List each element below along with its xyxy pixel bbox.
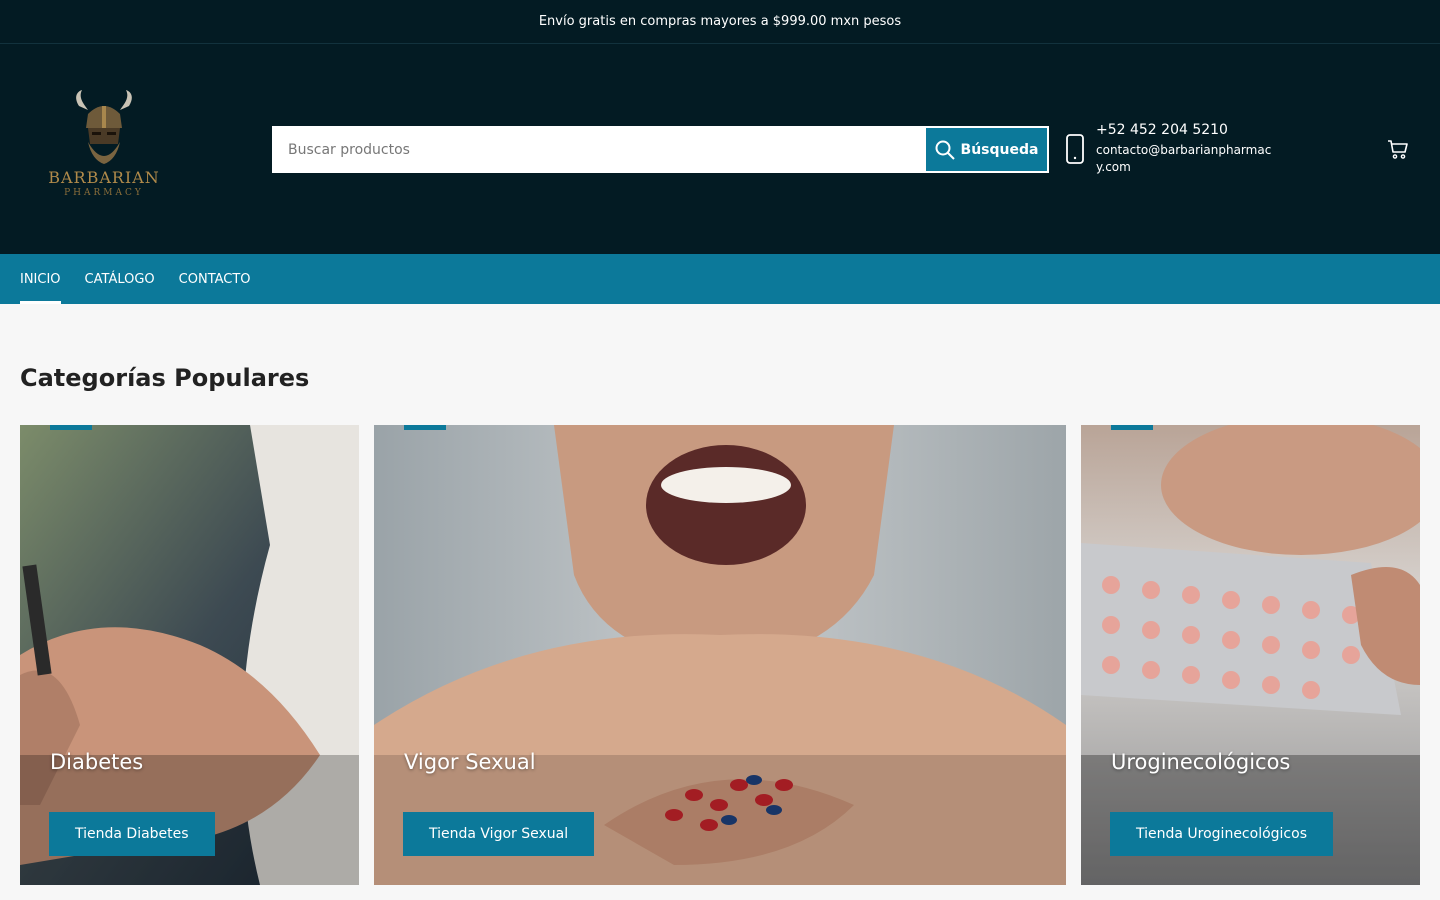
search-input[interactable] [274, 128, 926, 171]
shop-diabetes-button[interactable]: Tienda Diabetes [49, 812, 215, 856]
shop-vigor-sexual-button[interactable]: Tienda Vigor Sexual [403, 812, 595, 856]
nav-item-catalogo[interactable]: CATÁLOGO [85, 254, 155, 304]
search-icon [935, 140, 955, 160]
cart-icon [1388, 140, 1408, 159]
contact-block: +52 452 204 5210 contacto@barbarianpharm… [1064, 122, 1284, 182]
brand-name: BARBARIAN [48, 168, 160, 187]
nav-item-inicio[interactable]: INICIO [20, 254, 61, 304]
cart-button[interactable] [1386, 137, 1410, 161]
smartphone-icon [1066, 134, 1084, 164]
search-button[interactable]: Búsqueda [926, 128, 1047, 171]
announcement-bar: Envío gratis en compras mayores a $999.0… [0, 0, 1440, 44]
shop-uroginecologicos-button[interactable]: Tienda Uroginecológicos [1110, 812, 1333, 856]
main-nav: INICIO CATÁLOGO CONTACTO [0, 254, 1440, 304]
brand-logo[interactable]: BARBARIAN PHARMACY [44, 88, 164, 208]
contact-phone[interactable]: +52 452 204 5210 [1096, 122, 1228, 138]
category-card-diabetes[interactable]: Diabetes Tienda Diabetes [20, 425, 359, 885]
site-header: BARBARIAN PHARMACY Búsqueda +52 452 204 … [0, 44, 1440, 254]
brand-tagline: PHARMACY [64, 188, 144, 198]
category-title: Diabetes [50, 750, 144, 774]
category-title: Vigor Sexual [404, 750, 536, 774]
search-bar: Búsqueda [272, 126, 1049, 173]
card-accent-tab [1111, 425, 1153, 430]
announcement-text: Envío gratis en compras mayores a $999.0… [538, 14, 902, 29]
contact-email[interactable]: contacto@barbarianpharmacy.com [1096, 142, 1276, 176]
card-accent-tab [50, 425, 92, 430]
category-card-uroginecologicos[interactable]: Uroginecológicos Tienda Uroginecológicos [1081, 425, 1420, 885]
category-title: Uroginecológicos [1111, 750, 1291, 774]
nav-item-contacto[interactable]: CONTACTO [179, 254, 251, 304]
section-title: Categorías Populares [20, 364, 310, 392]
search-button-label: Búsqueda [960, 141, 1039, 158]
category-card-vigor-sexual[interactable]: Vigor Sexual Tienda Vigor Sexual [374, 425, 1066, 885]
card-accent-tab [404, 425, 446, 430]
